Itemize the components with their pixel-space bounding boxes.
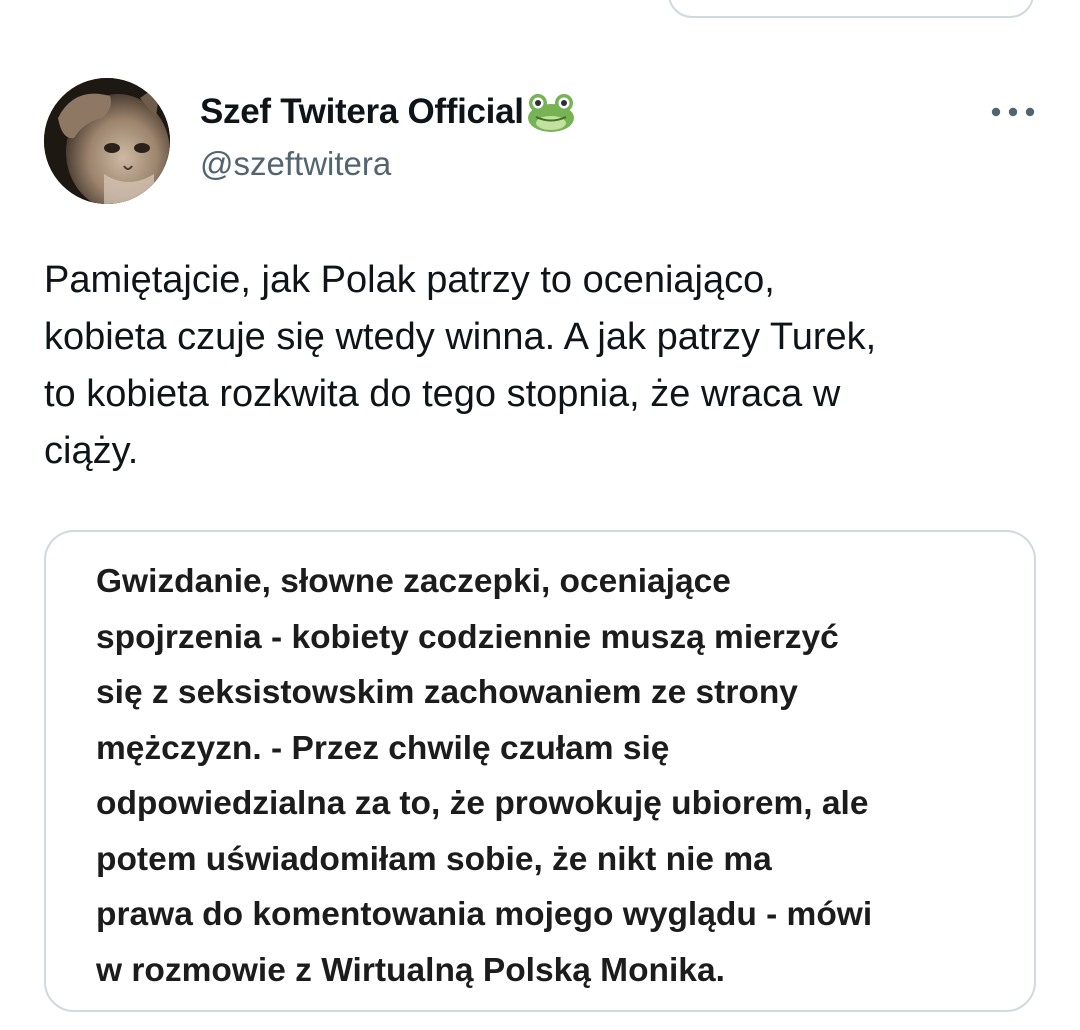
previous-card-edge [668,0,1034,18]
attached-image-text: Gwizdanie, słowne zaczepki, oceniające s… [96,563,873,989]
frog-face-icon [526,90,576,134]
attached-image[interactable]: Gwizdanie, słowne zaczepki, oceniające s… [44,530,1036,1012]
cat-saluting-avatar-icon [44,78,170,204]
more-horizontal-icon [991,107,1035,117]
tweet-text: Pamiętajcie, jak Polak patrzy to oceniaj… [44,259,877,472]
more-options-button[interactable] [985,92,1041,132]
author-handle[interactable]: @szeftwitera [200,145,391,183]
avatar[interactable] [44,78,170,204]
author-display-name[interactable]: Szef Twitera Official [200,92,524,132]
author-name-row[interactable]: Szef Twitera Official [200,90,576,134]
